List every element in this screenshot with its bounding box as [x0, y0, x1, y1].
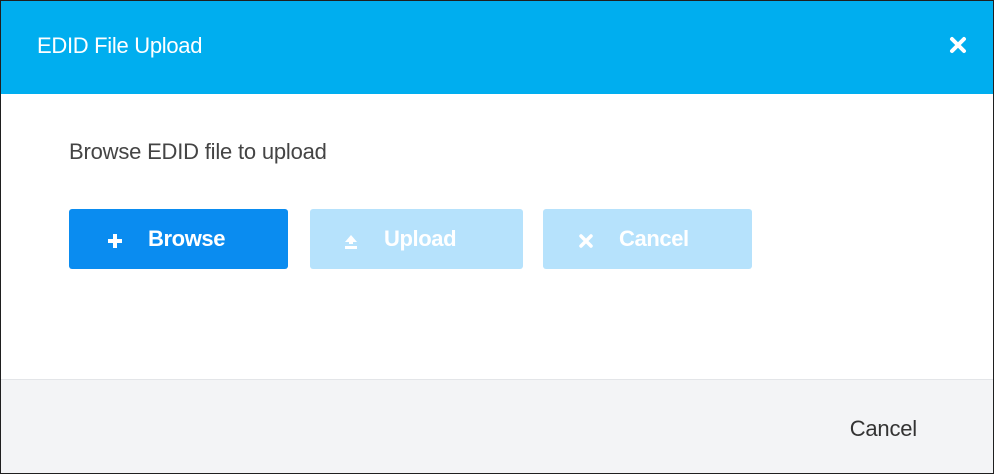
upload-button-label: Upload — [384, 226, 457, 251]
footer-cancel-button[interactable]: Cancel — [850, 414, 917, 444]
close-icon[interactable] — [949, 36, 967, 54]
close-icon — [577, 230, 595, 248]
dialog-header: EDID File Upload — [1, 1, 993, 94]
browse-button-label: Browse — [148, 226, 226, 251]
plus-icon — [106, 230, 124, 248]
cancel-upload-button-label: Cancel — [619, 226, 689, 251]
upload-icon — [342, 230, 360, 249]
upload-button[interactable]: Upload — [310, 209, 523, 269]
edid-upload-dialog: EDID File Upload Browse EDID file to upl… — [0, 0, 994, 474]
dialog-title: EDID File Upload — [37, 33, 203, 58]
cancel-upload-button[interactable]: Cancel — [543, 209, 752, 269]
upload-prompt: Browse EDID file to upload — [69, 139, 327, 164]
dialog-footer: Cancel — [1, 379, 993, 473]
browse-button[interactable]: Browse — [69, 209, 288, 269]
